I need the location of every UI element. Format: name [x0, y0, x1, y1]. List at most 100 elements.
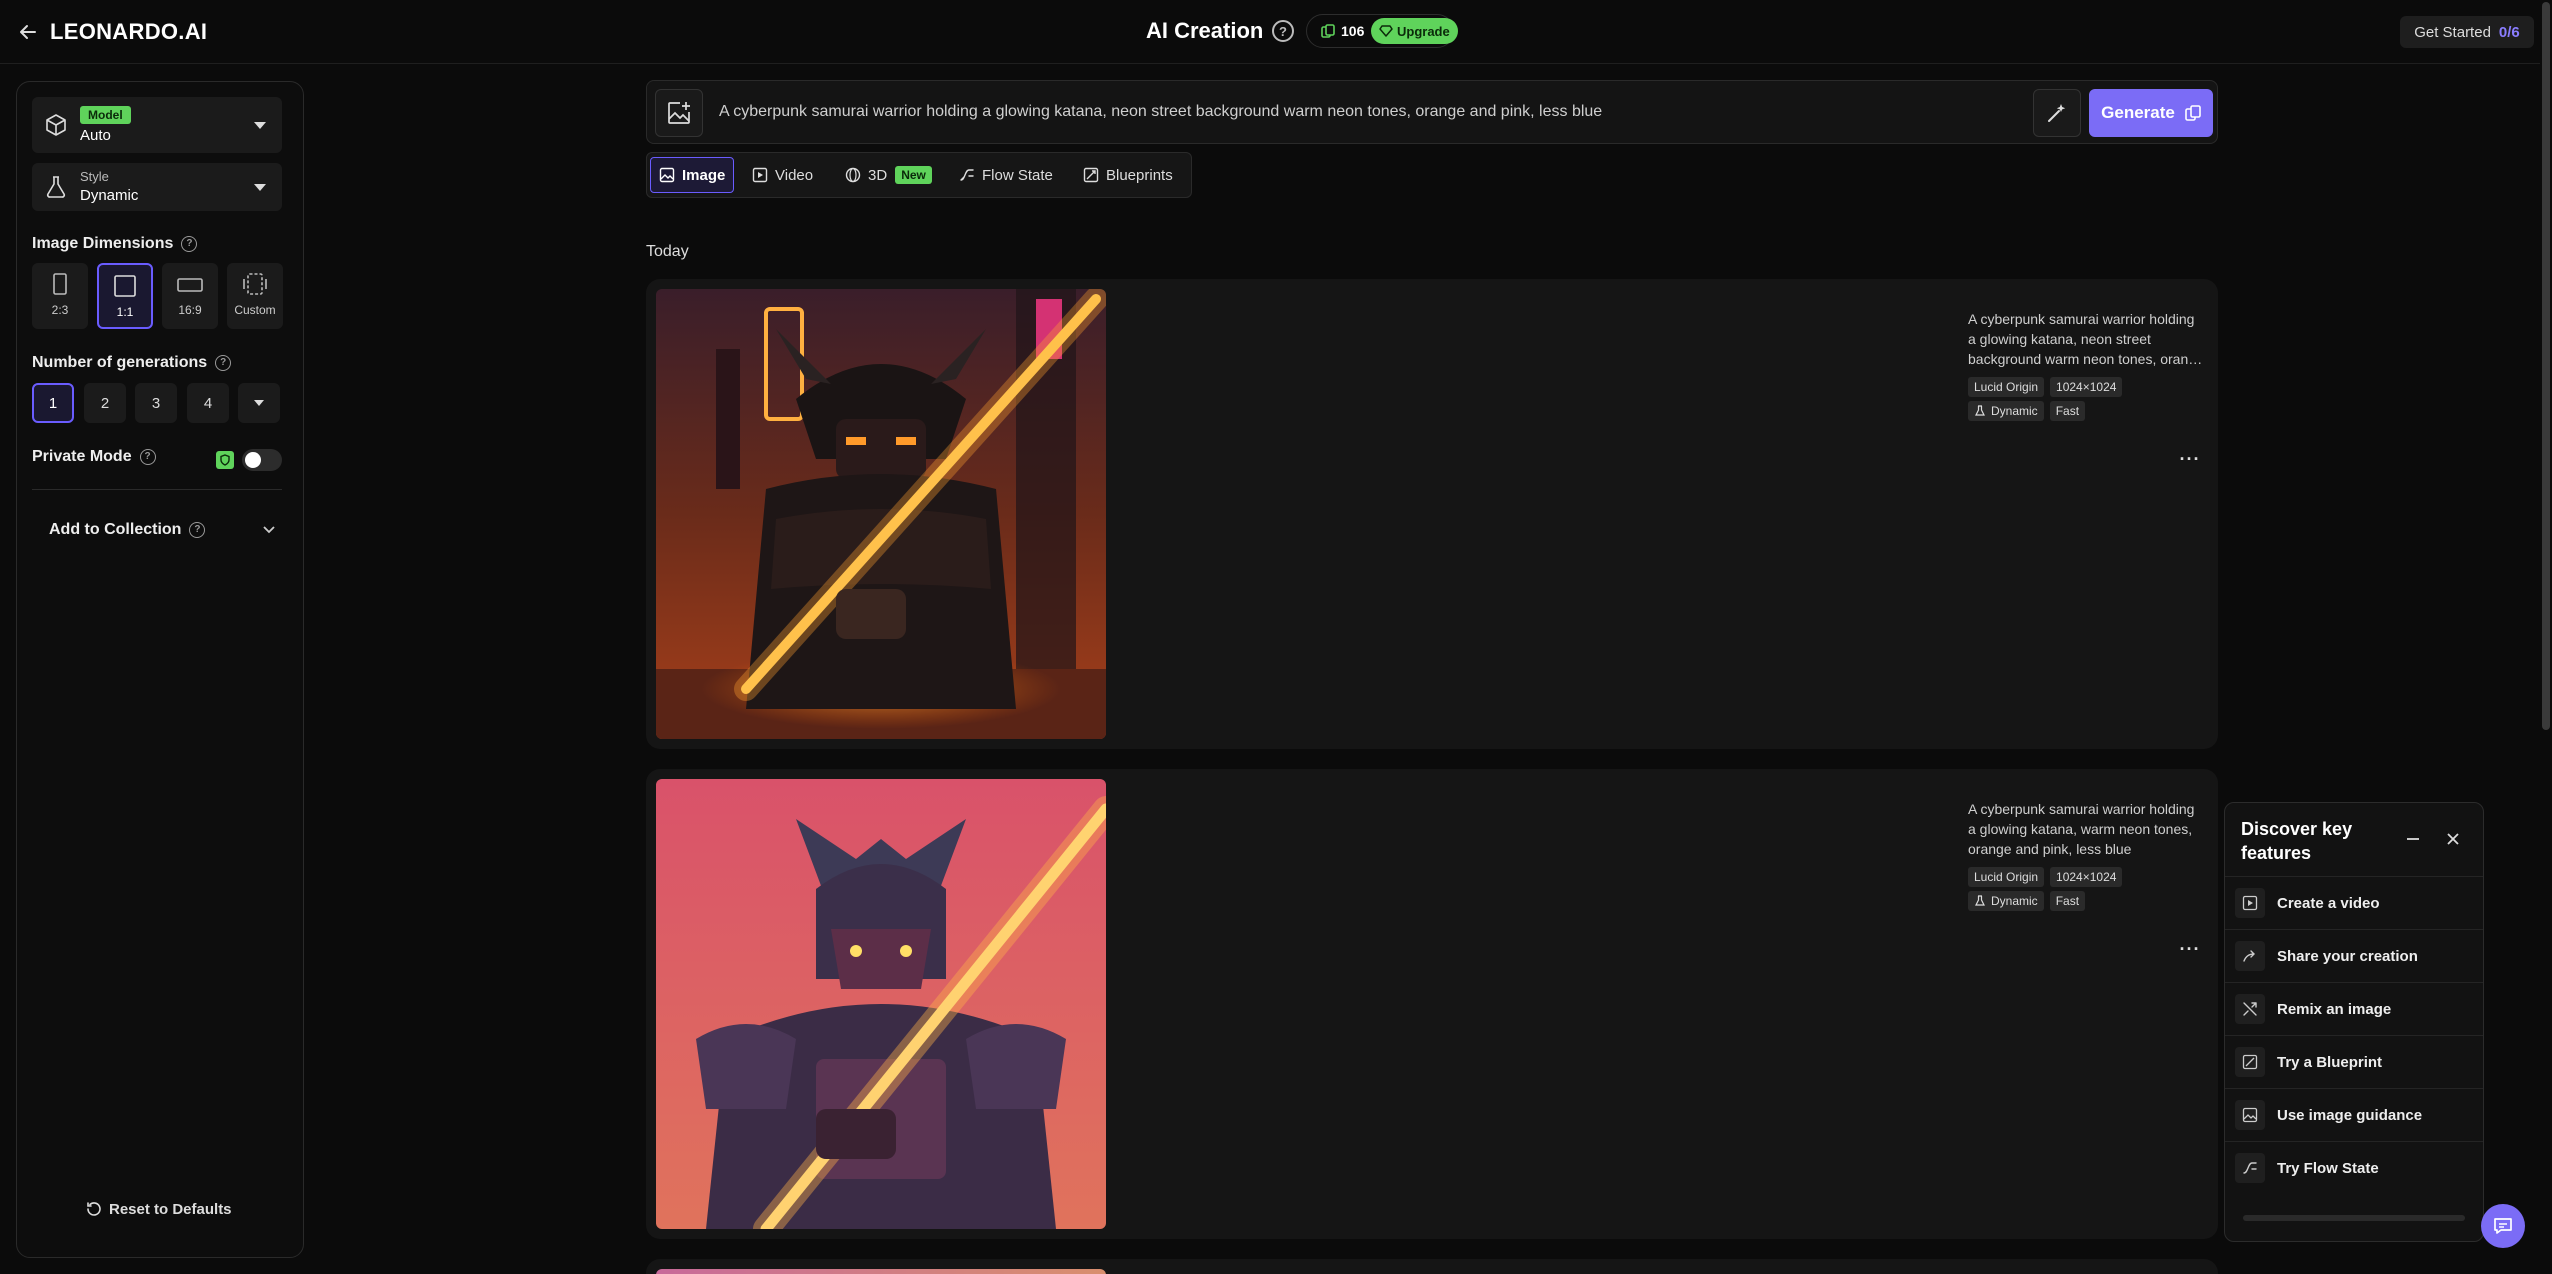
- dimension-2-3-button[interactable]: 2:3: [32, 263, 88, 329]
- generations-label: Number of generations: [32, 354, 208, 371]
- generations-section: Number of generations?: [32, 354, 232, 372]
- generation-prompt: A cyberpunk samurai warrior holding a gl…: [1968, 311, 2204, 367]
- size-tag: 1024×1024: [2050, 377, 2123, 397]
- video-icon: [752, 167, 768, 183]
- dimension-label: 16:9: [178, 303, 202, 317]
- style-tag-label: Dynamic: [1991, 894, 2038, 908]
- section-date-label: Today: [646, 243, 689, 260]
- logo[interactable]: LEONARDO.AI: [50, 19, 207, 45]
- discover-features-panel: Discover key features Create a video Sha…: [2224, 802, 2484, 1242]
- discover-item-remix[interactable]: Remix an image: [2225, 982, 2483, 1035]
- model-tag: Lucid Origin: [1968, 377, 2045, 397]
- more-options-icon[interactable]: ···: [2178, 449, 2202, 469]
- page-title: AI Creation: [1146, 18, 1264, 43]
- private-mode-label: Private Mode: [32, 448, 132, 465]
- generated-image[interactable]: [656, 779, 1106, 1229]
- close-icon[interactable]: [2441, 827, 2465, 851]
- blueprint-icon: [2235, 1047, 2265, 1077]
- style-tag: Dynamic: [1968, 891, 2044, 911]
- discover-item-label: Share your creation: [2277, 947, 2418, 965]
- discover-item-label: Remix an image: [2277, 1000, 2392, 1018]
- dimension-16-9-button[interactable]: 16:9: [162, 263, 218, 329]
- tab-flow-state[interactable]: Flow State: [951, 157, 1061, 193]
- reset-to-defaults-button[interactable]: Reset to Defaults: [85, 1194, 232, 1224]
- shield-icon: [216, 451, 234, 469]
- flow-icon: [2235, 1153, 2265, 1183]
- help-icon[interactable]: ?: [215, 354, 232, 371]
- token-icon: [1321, 24, 1335, 38]
- generations-1-button[interactable]: 1: [32, 383, 74, 423]
- generation-card: [646, 1259, 2218, 1274]
- help-icon[interactable]: ?: [139, 448, 156, 465]
- chevron-down-icon: [254, 400, 264, 406]
- tab-label: Flow State: [982, 166, 1053, 184]
- add-to-collection-row[interactable]: Add to Collection?: [32, 510, 282, 550]
- tab-image[interactable]: Image: [650, 157, 735, 193]
- prompt-input[interactable]: A cyberpunk samurai warrior holding a gl…: [719, 103, 2019, 121]
- flask-icon: [44, 175, 68, 199]
- remix-icon: [2235, 994, 2265, 1024]
- discover-item-share[interactable]: Share your creation: [2225, 929, 2483, 982]
- generated-image[interactable]: [656, 289, 1106, 739]
- settings-sidebar: Model Auto Style Dynamic Image Dimension…: [16, 81, 304, 1258]
- generations-4-button[interactable]: 4: [187, 383, 229, 423]
- discover-title: Discover key features: [2241, 819, 2353, 863]
- top-bar: LEONARDO.AI AI Creation ? 106 Upgrade Ge…: [0, 0, 2552, 64]
- help-icon[interactable]: ?: [181, 235, 198, 252]
- dimension-1-1-button[interactable]: 1:1: [97, 263, 153, 329]
- discover-item-image-guidance[interactable]: Use image guidance: [2225, 1088, 2483, 1141]
- tab-label: Image: [682, 166, 726, 184]
- discover-item-blueprint[interactable]: Try a Blueprint: [2225, 1035, 2483, 1088]
- dimension-label: 2:3: [51, 303, 69, 317]
- model-badge: Model: [80, 106, 131, 124]
- generations-3-button[interactable]: 3: [135, 383, 177, 423]
- tab-label: Blueprints: [1106, 166, 1173, 184]
- scrollbar-thumb[interactable]: [2542, 2, 2550, 730]
- style-value: Dynamic: [80, 187, 139, 204]
- image-icon: [659, 167, 675, 183]
- tab-3d[interactable]: 3D New: [837, 157, 940, 193]
- generations-more-button[interactable]: [238, 383, 280, 423]
- credits-pill[interactable]: 106 Upgrade: [1306, 14, 1458, 48]
- generation-card: A cyberpunk samurai warrior holding a gl…: [646, 279, 2218, 749]
- discover-item-label: Create a video: [2277, 894, 2380, 912]
- dimensions-label: Image Dimensions: [32, 235, 174, 252]
- tab-video[interactable]: Video: [744, 157, 821, 193]
- model-tag: Lucid Origin: [1968, 867, 2045, 887]
- custom-size-icon: [243, 273, 267, 295]
- model-dropdown[interactable]: Model Auto: [32, 97, 282, 153]
- upgrade-button[interactable]: Upgrade: [1371, 18, 1458, 44]
- prompt-enhance-button[interactable]: [2033, 89, 2081, 137]
- back-arrow-icon[interactable]: [14, 18, 42, 46]
- generated-image[interactable]: [656, 1269, 1106, 1274]
- image-upload-button[interactable]: [655, 89, 703, 137]
- help-icon[interactable]: ?: [189, 521, 206, 538]
- reset-icon: [87, 1202, 101, 1216]
- dimension-custom-button[interactable]: Custom: [227, 263, 283, 329]
- style-tag: Dynamic: [1968, 401, 2044, 421]
- generate-button[interactable]: Generate: [2089, 89, 2213, 137]
- add-image-icon: [668, 102, 690, 124]
- chevron-down-icon: [254, 122, 266, 129]
- flask-icon: [1975, 895, 1985, 906]
- discover-item-create-video[interactable]: Create a video: [2225, 876, 2483, 929]
- mode-tabs: Image Video 3D New Flow State Blueprints: [646, 152, 1192, 198]
- generate-label: Generate: [2101, 103, 2175, 122]
- reset-label: Reset to Defaults: [109, 1200, 232, 1218]
- portrait-icon: [53, 273, 67, 295]
- generations-2-button[interactable]: 2: [84, 383, 126, 423]
- dimension-label: 1:1: [116, 305, 134, 319]
- help-icon[interactable]: ?: [1272, 20, 1294, 42]
- dimensions-section: Image Dimensions?: [32, 235, 198, 253]
- discover-item-flow-state[interactable]: Try Flow State: [2225, 1141, 2483, 1194]
- chat-support-button[interactable]: [2481, 1204, 2525, 1248]
- minimize-icon[interactable]: [2401, 827, 2425, 851]
- chevron-down-icon: [263, 526, 275, 534]
- private-mode-section: Private Mode?: [32, 448, 156, 466]
- style-dropdown[interactable]: Style Dynamic: [32, 163, 282, 211]
- blueprint-icon: [1083, 167, 1099, 183]
- private-mode-toggle[interactable]: [242, 449, 282, 471]
- tab-blueprints[interactable]: Blueprints: [1075, 157, 1181, 193]
- get-started-button[interactable]: Get Started 0/6: [2400, 16, 2534, 48]
- more-options-icon[interactable]: ···: [2178, 939, 2202, 959]
